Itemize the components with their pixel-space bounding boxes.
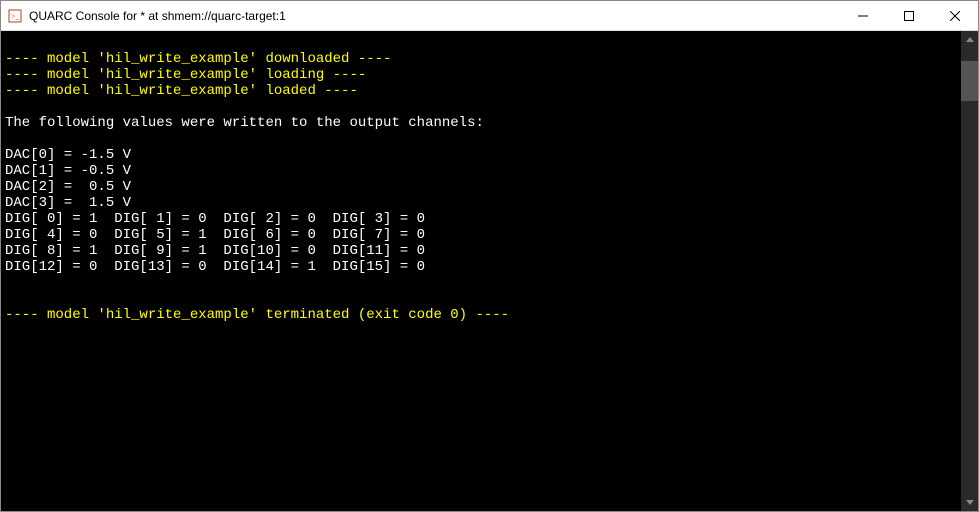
console-line <box>5 35 957 51</box>
console-line <box>5 99 957 115</box>
vertical-scrollbar[interactable] <box>961 31 978 511</box>
console-line <box>5 131 957 147</box>
console-line: DAC[3] = 1.5 V <box>5 195 957 211</box>
svg-text:>_: >_ <box>11 12 21 21</box>
console-line: ---- model 'hil_write_example' loading -… <box>5 67 957 83</box>
console-content[interactable]: ---- model 'hil_write_example' downloade… <box>1 31 961 511</box>
minimize-button[interactable] <box>840 1 886 30</box>
console-line: DIG[ 8] = 1 DIG[ 9] = 1 DIG[10] = 0 DIG[… <box>5 243 957 259</box>
console-line <box>5 275 957 291</box>
titlebar-controls <box>840 1 978 30</box>
console-line: DAC[1] = -0.5 V <box>5 163 957 179</box>
console-line: DIG[ 0] = 1 DIG[ 1] = 0 DIG[ 2] = 0 DIG[… <box>5 211 957 227</box>
maximize-button[interactable] <box>886 1 932 30</box>
console-line: DAC[0] = -1.5 V <box>5 147 957 163</box>
console-line <box>5 291 957 307</box>
console-line: ---- model 'hil_write_example' loaded --… <box>5 83 957 99</box>
console-line: DIG[ 4] = 0 DIG[ 5] = 1 DIG[ 6] = 0 DIG[… <box>5 227 957 243</box>
scrollbar-up-button[interactable] <box>961 31 978 48</box>
window-title: QUARC Console for * at shmem://quarc-tar… <box>29 9 840 23</box>
scrollbar-down-button[interactable] <box>961 494 978 511</box>
scrollbar-thumb[interactable] <box>961 61 978 101</box>
close-button[interactable] <box>932 1 978 30</box>
console-line: ---- model 'hil_write_example' terminate… <box>5 307 957 323</box>
console-area: ---- model 'hil_write_example' downloade… <box>1 31 978 511</box>
app-icon: >_ <box>7 8 23 24</box>
console-window: >_ QUARC Console for * at shmem://quarc-… <box>0 0 979 512</box>
titlebar[interactable]: >_ QUARC Console for * at shmem://quarc-… <box>1 1 978 31</box>
console-line: ---- model 'hil_write_example' downloade… <box>5 51 957 67</box>
console-line: The following values were written to the… <box>5 115 957 131</box>
console-line: DAC[2] = 0.5 V <box>5 179 957 195</box>
console-line: DIG[12] = 0 DIG[13] = 0 DIG[14] = 1 DIG[… <box>5 259 957 275</box>
